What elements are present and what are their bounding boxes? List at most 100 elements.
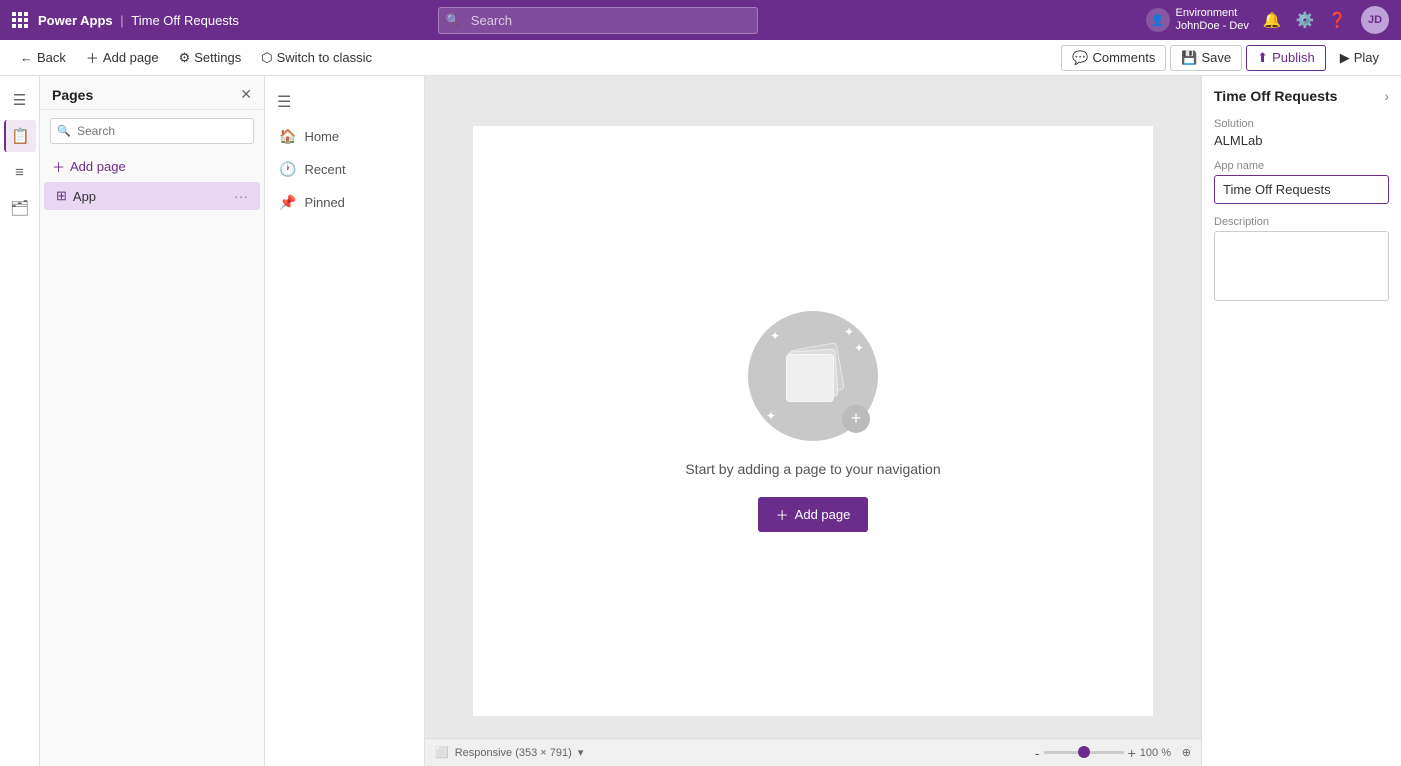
pages-panel: Pages ✕ 🔍 ＋ Add page ⊞ App ··· <box>40 76 265 766</box>
app-name-field: App name <box>1214 160 1389 204</box>
sparkle-icon-2: ✦ <box>844 325 854 339</box>
nav-preview: ☰ 🏠 Home 🕐 Recent 📌 Pinned <box>265 76 425 766</box>
pages-header: Pages ✕ <box>40 76 264 110</box>
env-text: Environment JohnDoe - Dev <box>1176 7 1249 33</box>
canvas-area: ✦ ✦ ✦ ✦ + Start by adding a page to your… <box>425 76 1201 766</box>
back-icon: ← <box>20 50 33 65</box>
add-page-plus-icon: ＋ <box>52 157 65 176</box>
responsive-chevron[interactable]: ▾ <box>578 746 584 759</box>
sidebar-item-menu[interactable]: ☰ <box>4 84 36 116</box>
pages-add-button[interactable]: ＋ Add page <box>40 152 264 181</box>
icon-sidebar: ☰ 📋 ≡ 🗂 <box>0 76 40 766</box>
pages-close-button[interactable]: ✕ <box>240 86 252 103</box>
responsive-label: Responsive (353 × 791) <box>455 747 572 759</box>
notifications-icon[interactable]: 🔔 <box>1263 11 1282 29</box>
save-icon: 💾 <box>1181 50 1197 66</box>
pages-search: 🔍 <box>50 118 254 144</box>
right-panel-title: Time Off Requests <box>1214 88 1337 104</box>
settings-icon[interactable]: ⚙️ <box>1296 11 1315 29</box>
pages-item-more-icon[interactable]: ··· <box>234 188 248 204</box>
canvas-add-icon: ＋ <box>776 505 789 524</box>
pages-title: Pages <box>52 87 240 103</box>
nav-item-recent[interactable]: 🕐 Recent <box>265 153 424 186</box>
recent-icon: 🕐 <box>279 161 296 178</box>
sparkle-icon-1: ✦ <box>770 329 780 343</box>
add-icon: ＋ <box>86 48 99 67</box>
nav-item-pinned[interactable]: 📌 Pinned <box>265 186 424 219</box>
search-input[interactable] <box>438 7 758 34</box>
play-icon: ▶ <box>1340 50 1350 66</box>
settings-button[interactable]: ⚙ Settings <box>171 46 250 70</box>
comments-button[interactable]: 💬 Comments <box>1061 45 1166 71</box>
canvas-bottom-bar: ⬜ Responsive (353 × 791) ▾ - + 100 % ⊕ <box>425 738 1201 766</box>
page-layer-3 <box>786 354 834 402</box>
pages-search-icon: 🔍 <box>57 125 71 138</box>
nav-home-label: Home <box>304 129 339 144</box>
publish-button[interactable]: ⬆ Publish <box>1246 45 1326 71</box>
help-icon[interactable]: ❓ <box>1328 11 1347 29</box>
pin-icon: 📌 <box>279 194 296 211</box>
avatar[interactable]: JD <box>1361 6 1389 34</box>
zoom-plus-button[interactable]: + <box>1128 745 1136 761</box>
zoom-minus-button[interactable]: - <box>1035 745 1040 761</box>
pages-search-input[interactable] <box>50 118 254 144</box>
play-button[interactable]: ▶ Play <box>1330 46 1389 70</box>
canvas-illustration: ✦ ✦ ✦ ✦ + <box>748 311 878 441</box>
zoom-track[interactable] <box>1044 751 1124 754</box>
main-layout: ☰ 📋 ≡ 🗂 Pages ✕ 🔍 ＋ Add page ⊞ App ··· ☰… <box>0 76 1401 766</box>
nav-recent-label: Recent <box>304 162 345 177</box>
nav-item-home[interactable]: 🏠 Home <box>265 120 424 153</box>
sparkle-icon-4: ✦ <box>854 341 864 355</box>
description-field: Description <box>1214 216 1389 304</box>
topbar: Power Apps | Time Off Requests 🔍 👤 Envir… <box>0 0 1401 40</box>
pages-item-label: App <box>73 189 228 204</box>
app-name-label: App name <box>1214 160 1389 172</box>
description-textarea[interactable] <box>1214 231 1389 301</box>
zoom-thumb[interactable] <box>1078 746 1090 758</box>
back-button[interactable]: ← Back <box>12 46 74 69</box>
responsive-icon: ⬜ <box>435 746 449 759</box>
environment-info: 👤 Environment JohnDoe - Dev <box>1146 7 1249 33</box>
zoom-control: - + 100 % ⊕ <box>1035 745 1191 761</box>
nav-hamburger-icon[interactable]: ☰ <box>265 84 424 120</box>
brand-app: Time Off Requests <box>131 13 239 28</box>
publish-icon: ⬆ <box>1257 50 1268 66</box>
sparkle-icon-3: ✦ <box>766 409 776 423</box>
classic-icon: ⬡ <box>261 50 272 66</box>
switch-classic-button[interactable]: ⬡ Switch to classic <box>253 46 380 70</box>
canvas-add-circle: + <box>842 405 870 433</box>
app-name-input[interactable] <box>1214 175 1389 204</box>
brand-logo: Power Apps | Time Off Requests <box>38 13 239 28</box>
zoom-value: 100 % <box>1140 747 1178 759</box>
solution-field: Solution ALMLab <box>1214 118 1389 148</box>
pages-item-app[interactable]: ⊞ App ··· <box>44 182 260 210</box>
search-icon: 🔍 <box>446 13 461 27</box>
solution-label: Solution <box>1214 118 1389 130</box>
save-button[interactable]: 💾 Save <box>1170 45 1242 71</box>
settings-gear-icon: ⚙ <box>179 50 191 66</box>
apps-grid-icon[interactable] <box>12 12 28 28</box>
nav-pinned-label: Pinned <box>304 195 344 210</box>
env-icon: 👤 <box>1146 8 1170 32</box>
solution-value: ALMLab <box>1214 133 1389 148</box>
pages-stack <box>783 346 843 406</box>
toolbar2: ← Back ＋ Add page ⚙ Settings ⬡ Switch to… <box>0 40 1401 76</box>
canvas-inner: ✦ ✦ ✦ ✦ + Start by adding a page to your… <box>473 126 1153 716</box>
brand-divider: | <box>117 13 128 28</box>
brand-power: Power Apps <box>38 13 113 28</box>
home-icon: 🏠 <box>279 128 296 145</box>
topbar-right: 👤 Environment JohnDoe - Dev 🔔 ⚙️ ❓ JD <box>1146 6 1389 34</box>
sidebar-item-data[interactable]: 🗂 <box>4 192 36 224</box>
sidebar-item-pages[interactable]: 📋 <box>4 120 36 152</box>
add-page-button[interactable]: ＋ Add page <box>78 44 167 71</box>
toolbar2-right: 💬 Comments 💾 Save ⬆ Publish ▶ Play <box>1061 45 1389 71</box>
description-label: Description <box>1214 216 1389 228</box>
chevron-right-icon[interactable]: › <box>1384 88 1389 104</box>
pages-item-grid-icon: ⊞ <box>56 188 67 204</box>
sidebar-item-list[interactable]: ≡ <box>4 156 36 188</box>
right-panel: Time Off Requests › Solution ALMLab App … <box>1201 76 1401 766</box>
right-panel-header: Time Off Requests › <box>1214 88 1389 104</box>
canvas-add-page-button[interactable]: ＋ Add page <box>758 497 869 532</box>
comments-icon: 💬 <box>1072 50 1088 66</box>
zoom-fit-icon[interactable]: ⊕ <box>1182 746 1191 759</box>
